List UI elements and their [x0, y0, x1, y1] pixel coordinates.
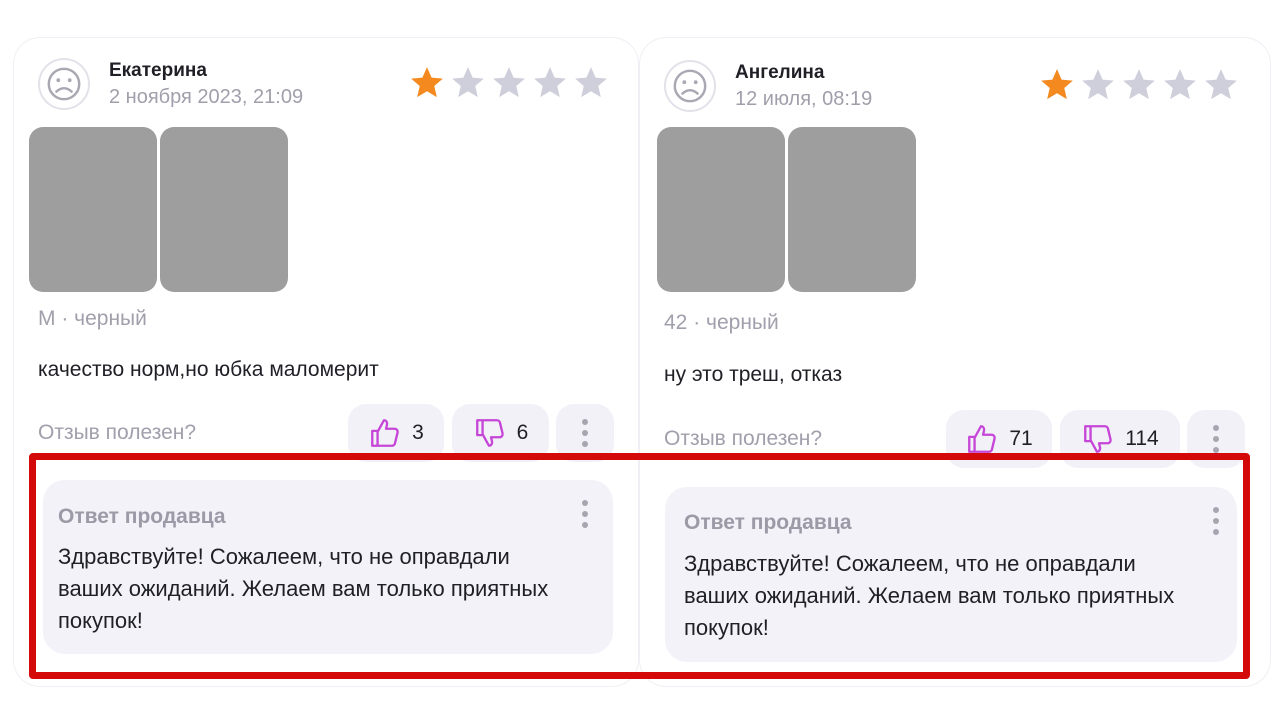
review-more-button[interactable]	[556, 404, 614, 462]
product-variant: M · черный	[38, 307, 147, 330]
review-photo[interactable]	[160, 127, 288, 292]
review-author: Екатерина	[109, 60, 207, 81]
star-filled-icon	[408, 64, 446, 102]
useful-question: Отзыв полезен?	[664, 427, 823, 450]
review-more-button[interactable]	[1187, 410, 1245, 468]
seller-reply-line: Здравствуйте! Сожалеем, что не оправдали	[58, 544, 510, 569]
like-button[interactable]: 71	[946, 410, 1052, 468]
rating-stars	[1038, 66, 1240, 104]
review-photo[interactable]	[657, 127, 785, 292]
review-author: Ангелина	[735, 62, 825, 83]
like-count: 71	[1009, 427, 1033, 450]
star-empty-icon	[572, 64, 610, 102]
review-photo[interactable]	[788, 127, 916, 292]
product-variant: 42 · черный	[664, 311, 779, 334]
star-empty-icon	[449, 64, 487, 102]
seller-reply-text: Здравствуйте! Сожалеем, что не оправдали…	[684, 548, 1174, 644]
like-button[interactable]: 3	[348, 404, 444, 462]
more-vertical-icon	[582, 419, 588, 447]
star-empty-icon	[531, 64, 569, 102]
more-vertical-icon	[1213, 425, 1219, 453]
seller-reply-line: ваших ожиданий. Желаем вам только приятн…	[684, 583, 1175, 608]
star-empty-icon	[1161, 66, 1199, 104]
review-photos	[29, 127, 288, 292]
review-photo[interactable]	[29, 127, 157, 292]
review-date: 2 ноября 2023, 21:09	[109, 86, 304, 108]
thumbs-up-icon	[371, 419, 399, 447]
dislike-button[interactable]: 114	[1060, 410, 1180, 468]
avatar-sad-face-icon	[38, 58, 90, 110]
reviews-screenshot: Екатерина 2 ноября 2023, 21:09 M · черны…	[0, 0, 1280, 720]
dislike-button[interactable]: 6	[452, 404, 549, 462]
dislike-count: 114	[1125, 427, 1159, 450]
review-text: качество норм,но юбка маломерит	[38, 358, 379, 381]
thumbs-up-icon	[968, 425, 997, 453]
seller-reply-more-button[interactable]	[1206, 503, 1226, 539]
seller-reply-line: Здравствуйте! Сожалеем, что не оправдали	[684, 551, 1136, 576]
review-text: ну это треш, отказ	[664, 363, 843, 386]
star-empty-icon	[1120, 66, 1158, 104]
seller-reply-line: покупок!	[684, 615, 769, 640]
seller-reply-title: Ответ продавца	[684, 511, 852, 534]
avatar-sad-face-icon	[664, 60, 716, 112]
star-empty-icon	[1202, 66, 1240, 104]
seller-reply-line: ваших ожиданий. Желаем вам только приятн…	[58, 576, 549, 601]
star-filled-icon	[1038, 66, 1076, 104]
seller-reply-more-button[interactable]	[575, 496, 595, 532]
thumbs-down-icon	[1084, 425, 1113, 453]
review-photos	[657, 127, 916, 292]
useful-question: Отзыв полезен?	[38, 421, 197, 444]
thumbs-down-icon	[475, 419, 504, 447]
seller-reply-line: покупок!	[58, 608, 143, 633]
star-empty-icon	[1079, 66, 1117, 104]
more-vertical-icon	[582, 500, 588, 528]
seller-reply-title: Ответ продавца	[58, 505, 226, 528]
rating-stars	[408, 64, 610, 102]
star-empty-icon	[490, 64, 528, 102]
more-vertical-icon	[1213, 507, 1219, 535]
like-count: 3	[412, 421, 424, 444]
seller-reply-text: Здравствуйте! Сожалеем, что не оправдали…	[58, 541, 548, 637]
dislike-count: 6	[516, 421, 529, 444]
review-date: 12 июля, 08:19	[735, 88, 873, 110]
